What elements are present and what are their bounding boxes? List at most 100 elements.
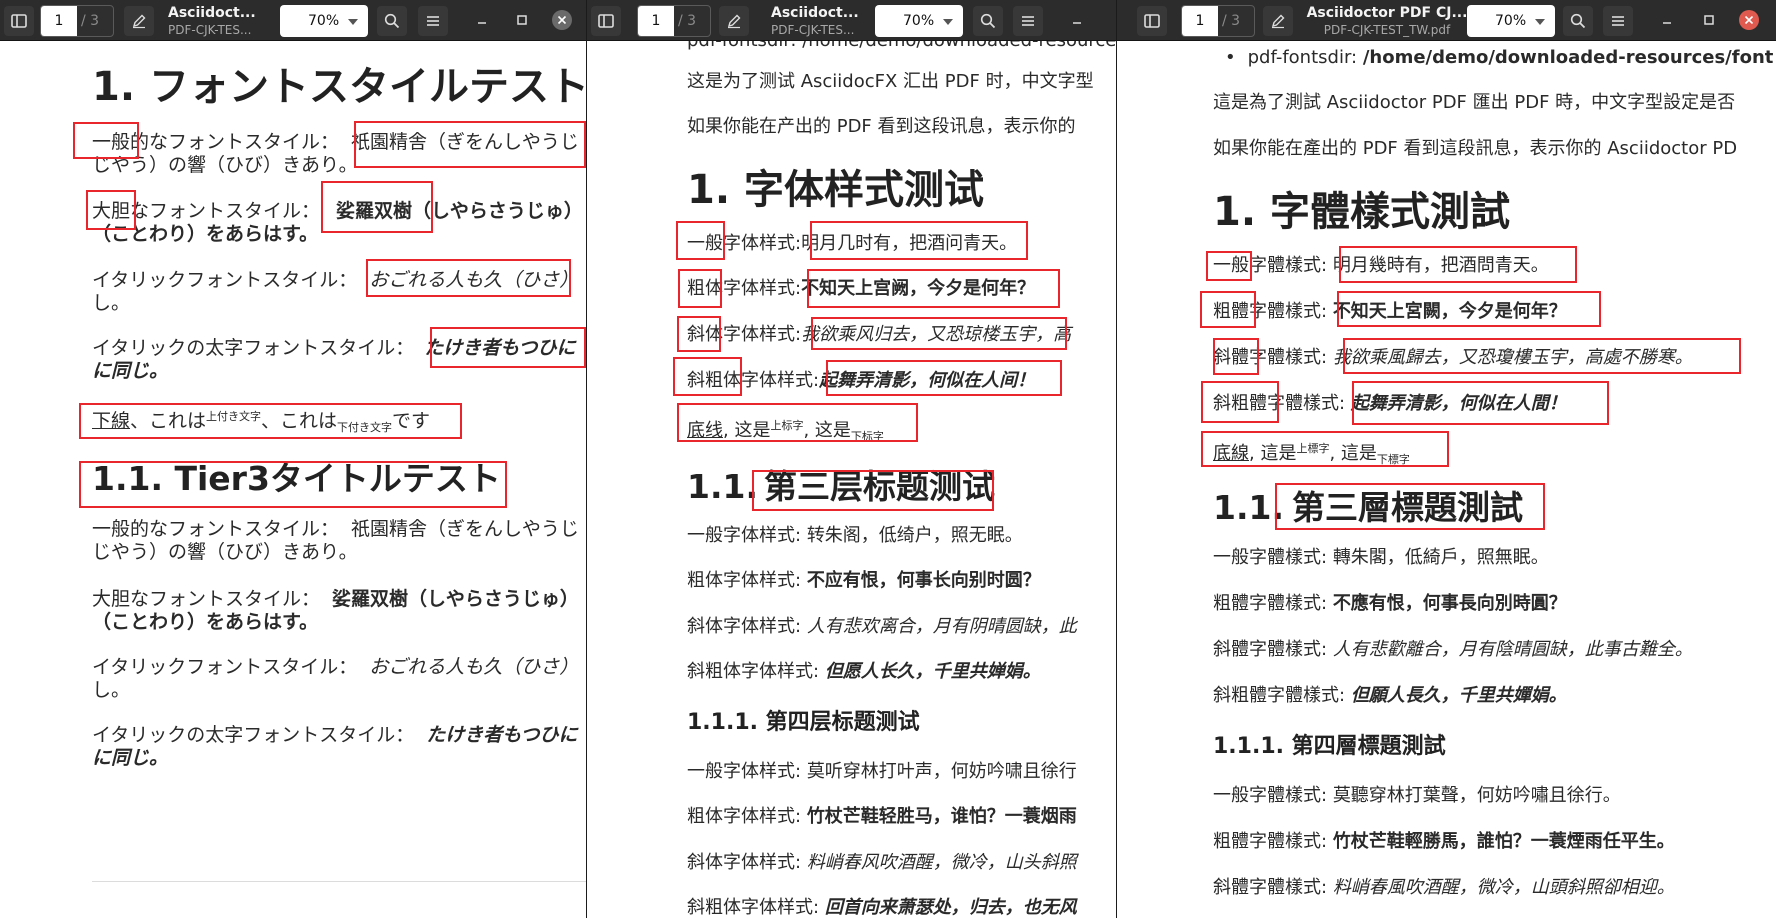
headerbar: 1 / 3 Asciidoct... PDF-CJK-TES... 70% [587,0,1117,41]
s2-bold-italic-line: 斜粗體字體樣式: 但願人長久，千里共嬋娟。 [1213,684,1567,708]
document-page[interactable]: 1. フォントスタイルテスト 一般的なフォントスタイル： 祇園精舎（ぎをんしやうじ… [0,41,586,918]
s3-bold-text: 竹杖芒鞋轻胜马，谁怕？一蓑烟雨 [806,806,1077,827]
s3-normal-text: 莫聽穿林打葉聲，何妨吟嘯且徐行。 [1332,785,1621,806]
s2-bold-line: 大胆なフォントスタイル： 娑羅双樹（しやらさうじゅ） [92,587,579,611]
close-icon[interactable] [1739,10,1759,30]
s2-normal-line: 一般字体样式: 转朱阁，低绮户，照无眠。 [687,524,1023,548]
s3-normal-label: 一般字體樣式: [1213,785,1328,806]
menu-button[interactable] [418,6,448,36]
annotation-box [79,461,507,508]
s3-bold-italic-label: 斜粗体字体样式: [687,897,820,918]
page-entry[interactable]: 1 / 3 [40,5,114,37]
s2-italic-line: 斜体字体样式: 人有悲欢离合，月有阴晴圆缺，此 [687,615,1077,639]
annotate-button[interactable] [1263,6,1293,36]
headerbar: 1 / 3 Asciidoctor PDF CJ... PDF-CJK-TEST… [1117,0,1776,41]
annotation-box [1201,431,1449,467]
maximize-icon[interactable] [1701,12,1717,28]
s2-italic-text: 人有悲欢离合，月有阴晴圆缺，此 [806,616,1077,637]
normal-rest: 字体样式: [723,233,802,254]
italic-rest: 字體樣式: [1249,347,1328,368]
menu-button[interactable] [1013,6,1043,36]
heading-1: 1. フォントスタイルテスト [92,64,586,110]
annotate-button[interactable] [124,6,154,36]
zoom-value: 70% [308,13,340,29]
annotation-box [811,317,1067,350]
bold-rest: なフォントスタイル： [130,200,321,222]
pdf-viewer-window-sc: 1 / 3 Asciidoct... PDF-CJK-TES... 70% pd… [586,0,1117,918]
fontsdir-label: pdf-fontsdir: [1247,47,1358,68]
s2-bold-italic-line: 斜粗体字体样式: 但愿人长久，千里共婵娟。 [687,660,1041,684]
italic-label: イタリックフォントスタイル： [92,269,358,291]
zoom-combo[interactable]: 70% [875,5,963,37]
annotation-box [810,221,1028,260]
sidebar-toggle-button[interactable] [1137,6,1167,36]
zoom-value: 70% [1495,13,1527,29]
title-text: Asciidoct... [771,5,859,21]
s3-bold-label: 粗體字體樣式: [1213,831,1328,852]
heading-3: 1.1.1. 第四層標題測試 [1213,734,1446,759]
s3-normal-line: 一般字體樣式: 莫聽穿林打葉聲，何妨吟嘯且徐行。 [1213,784,1621,808]
s2-bold-label: 大胆なフォントスタイル： [92,588,321,610]
annotation-box [752,470,994,511]
page-entry[interactable]: 1 / 3 [637,5,711,37]
annotation-box [673,357,742,396]
sidebar-toggle-button[interactable] [4,6,34,36]
fontsdir-path: /home/demo/downloaded-resources/font [1362,47,1774,68]
chevron-down-icon [348,19,358,25]
search-button[interactable] [973,6,1003,36]
annotation-box [1201,381,1279,423]
current-page-input[interactable]: 1 [41,6,77,36]
document-page[interactable]: pdf-fontsdir: /home/demo/downloaded-reso… [587,41,1117,918]
menu-button[interactable] [1603,6,1633,36]
annotate-button[interactable] [719,6,749,36]
s2-bold-line: 粗體字體樣式: 不應有恨，何事長向別時圓？ [1213,592,1567,616]
annotation-box [826,360,1062,396]
s3-bold-text: 竹杖芒鞋輕勝馬，誰怕？一蓑煙雨任平生。 [1332,831,1675,852]
s2-normal-text: 轉朱閣，低綺戶，照無眠。 [1332,547,1549,568]
current-page-input[interactable]: 1 [638,6,674,36]
heading-2-number: 1.1. [1213,488,1284,527]
s2-bold-italic-label: 斜粗體字體樣式: [1213,685,1346,706]
s3-italic-label: 斜體字體樣式: [1213,877,1328,898]
annotation-box [1337,291,1601,327]
s3-bold-label: 粗体字体样式: [687,806,802,827]
minimize-icon[interactable] [1659,12,1675,28]
s2-normal-label: 一般字体样式: [687,525,802,546]
zoom-combo[interactable]: 70% [1467,5,1555,37]
annotation-box [677,316,721,352]
annotation-box [1213,338,1259,375]
sidebar-toggle-button[interactable] [591,6,621,36]
s2-bold-text: 不應有恨，何事長向別時圓？ [1332,593,1567,614]
maximize-icon[interactable] [514,12,530,28]
s2-normal-line: 一般的なフォントスタイル： 祇園精舎（ぎをんしやうじ [92,517,579,541]
page-total: / 3 [1222,13,1241,29]
search-button[interactable] [377,6,407,36]
window-title: Asciidoct... PDF-CJK-TES... [168,5,268,38]
s3-bold-line: 粗體字體樣式: 竹杖芒鞋輕勝馬，誰怕？一蓑煙雨任平生。 [1213,830,1675,854]
minimize-icon[interactable] [474,12,490,28]
bold-text-2: （しやらさうじゅ） [412,200,583,222]
s2-italic-cont: し。 [92,679,131,701]
normal-rest: 字體樣式: [1249,255,1328,276]
s2-bold-italic-text: 但愿人长久，千里共婵娟。 [824,661,1041,682]
page-total: / 3 [678,13,697,29]
close-icon[interactable] [552,10,572,30]
page-entry[interactable]: 1 / 3 [1181,5,1255,37]
minimize-icon[interactable] [1069,12,1085,28]
search-button[interactable] [1563,6,1593,36]
annotation-box [677,403,918,442]
annotation-box [1352,381,1609,425]
heading-1: 1. 字體樣式測試 [1213,189,1510,235]
current-page-input[interactable]: 1 [1182,6,1218,36]
bold-italic-cont: に同じ。 [92,360,169,382]
bold-italic-rest: 字体样式: [741,370,820,391]
annotation-box [86,190,136,230]
zoom-combo[interactable]: 70% [280,5,368,37]
annotation-box [321,181,433,233]
document-page[interactable]: • pdf-fontsdir: /home/demo/downloaded-res… [1117,41,1776,918]
annotation-box [676,221,725,260]
intro-paragraph-1: 這是為了測試 Asciidoctor PDF 匯出 PDF 時，中文字型設定是否 [1213,92,1736,113]
s2-italic-label: 斜体字体样式: [687,616,802,637]
s2-bold-italic-cont: に同じ。 [92,747,169,769]
annotation-box [1275,483,1545,530]
